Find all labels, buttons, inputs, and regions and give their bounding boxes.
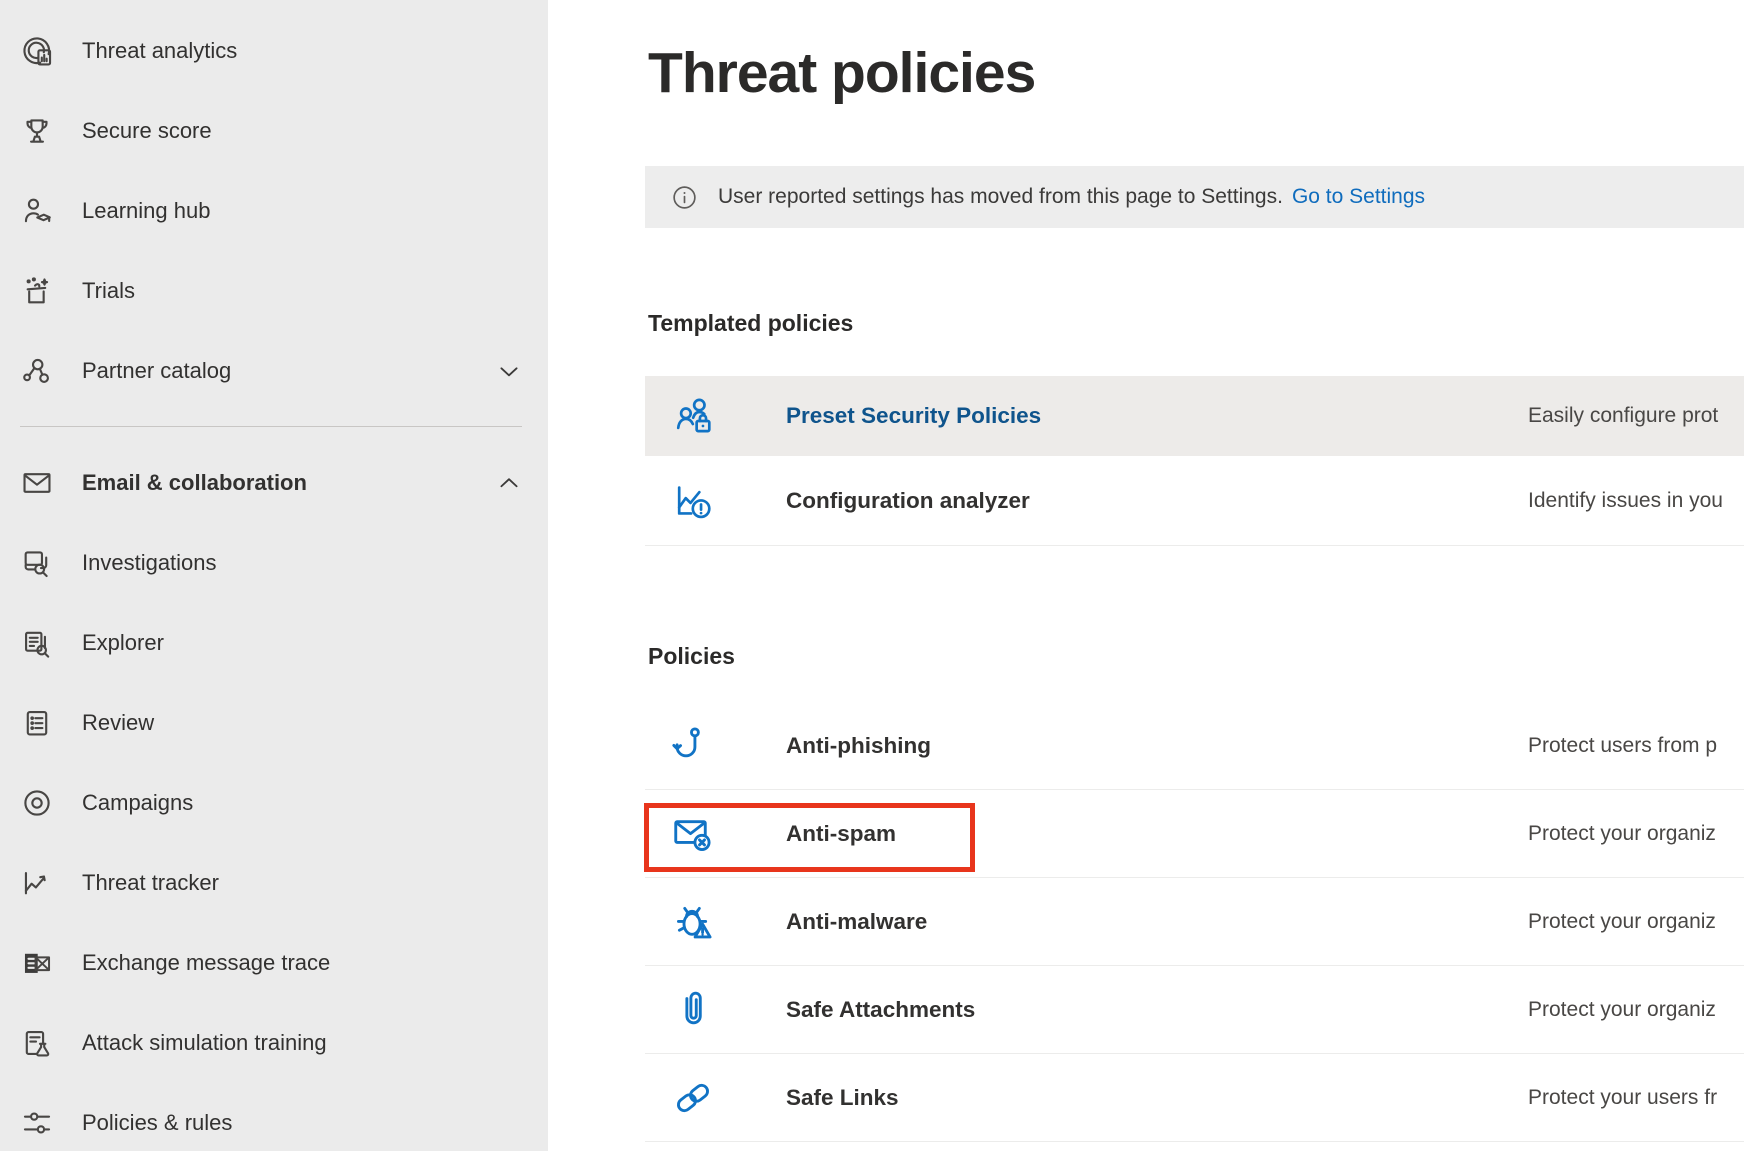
sidebar-item-threat-tracker[interactable]: Threat tracker <box>0 843 548 923</box>
explorer-icon <box>20 626 54 660</box>
row-label[interactable]: Anti-spam <box>786 821 896 847</box>
row-configuration-analyzer[interactable]: Configuration analyzer Identify issues i… <box>645 456 1744 546</box>
sidebar-item-label: Investigations <box>82 550 217 576</box>
row-label[interactable]: Anti-malware <box>786 909 927 935</box>
sidebar-item-label: Trials <box>82 278 135 304</box>
row-description: Protect your organiz <box>1528 998 1716 1022</box>
anti-phishing-icon <box>670 723 716 769</box>
sidebar-item-policies-rules[interactable]: Policies & rules <box>0 1083 548 1163</box>
sidebar-item-label: Secure score <box>82 118 212 144</box>
sidebar-item-label: Threat tracker <box>82 870 219 896</box>
section-heading-templated-policies: Templated policies <box>648 310 853 337</box>
row-description: Protect your organiz <box>1528 822 1716 846</box>
learning-hub-icon <box>20 194 54 228</box>
row-description: Protect your users fr <box>1528 1086 1717 1110</box>
sidebar-item-label: Campaigns <box>82 790 193 816</box>
row-label[interactable]: Safe Attachments <box>786 997 975 1023</box>
anti-malware-icon <box>670 899 716 945</box>
sidebar-item-attack-simulation-training[interactable]: Attack simulation training <box>0 1003 548 1083</box>
sidebar-item-label: Threat analytics <box>82 38 237 64</box>
row-description: Protect your organiz <box>1528 910 1716 934</box>
row-anti-spam[interactable]: Anti-spam Protect your organiz <box>645 790 1744 878</box>
attack-simulation-icon <box>20 1026 54 1060</box>
row-description: Easily configure prot <box>1528 404 1718 428</box>
info-icon <box>671 184 698 211</box>
policies-rules-icon <box>20 1106 54 1140</box>
safe-links-icon <box>670 1075 716 1121</box>
sidebar-item-label: Attack simulation training <box>82 1030 327 1056</box>
sidebar-item-trials[interactable]: Trials <box>0 251 548 331</box>
campaigns-icon <box>20 786 54 820</box>
row-label[interactable]: Preset Security Policies <box>786 403 1041 429</box>
sidebar-item-campaigns[interactable]: Campaigns <box>0 763 548 843</box>
preset-security-policies-icon <box>670 393 716 439</box>
left-navigation: Threat analytics Secure score Learning h… <box>0 0 548 1151</box>
sidebar-divider <box>20 426 522 427</box>
anti-spam-icon <box>670 811 716 857</box>
sidebar-item-learning-hub[interactable]: Learning hub <box>0 171 548 251</box>
row-anti-phishing[interactable]: Anti-phishing Protect users from p <box>645 702 1744 790</box>
trials-icon <box>20 274 54 308</box>
configuration-analyzer-icon <box>670 478 716 524</box>
info-banner: User reported settings has moved from th… <box>645 166 1744 228</box>
row-anti-malware[interactable]: Anti-malware Protect your organiz <box>645 878 1744 966</box>
policies-list: Anti-phishing Protect users from p Anti-… <box>645 702 1744 1142</box>
row-description: Protect users from p <box>1528 734 1717 758</box>
threat-analytics-icon <box>20 34 54 68</box>
sidebar-item-threat-analytics[interactable]: Threat analytics <box>0 11 548 91</box>
row-description: Identify issues in you <box>1528 489 1723 513</box>
banner-text: User reported settings has moved from th… <box>718 185 1283 209</box>
sidebar-item-label: Review <box>82 710 154 736</box>
sidebar-item-label: Exchange message trace <box>82 950 330 976</box>
partner-catalog-icon <box>20 354 54 388</box>
row-safe-attachments[interactable]: Safe Attachments Protect your organiz <box>645 966 1744 1054</box>
section-heading-policies: Policies <box>648 643 735 670</box>
chevron-up-icon[interactable] <box>496 470 522 496</box>
row-safe-links[interactable]: Safe Links Protect your users fr <box>645 1054 1744 1142</box>
sidebar-item-explorer[interactable]: Explorer <box>0 603 548 683</box>
row-label[interactable]: Anti-phishing <box>786 733 931 759</box>
sidebar-item-exchange-message-trace[interactable]: Exchange message trace <box>0 923 548 1003</box>
sidebar-item-label: Learning hub <box>82 198 210 224</box>
sidebar-item-partner-catalog[interactable]: Partner catalog <box>0 331 548 411</box>
sidebar-item-label: Policies & rules <box>82 1110 232 1136</box>
exchange-icon <box>20 946 54 980</box>
sidebar-item-label: Explorer <box>82 630 164 656</box>
row-label[interactable]: Configuration analyzer <box>786 488 1030 514</box>
email-collaboration-icon <box>20 466 54 500</box>
safe-attachments-icon <box>670 987 716 1033</box>
chevron-down-icon[interactable] <box>496 358 522 384</box>
sidebar-item-label: Email & collaboration <box>82 470 307 496</box>
threat-tracker-icon <box>20 866 54 900</box>
sidebar-item-review[interactable]: Review <box>0 683 548 763</box>
sidebar-item-investigations[interactable]: Investigations <box>0 523 548 603</box>
secure-score-icon <box>20 114 54 148</box>
row-label[interactable]: Safe Links <box>786 1085 899 1111</box>
go-to-settings-link[interactable]: Go to Settings <box>1292 185 1425 209</box>
row-preset-security-policies[interactable]: Preset Security Policies Easily configur… <box>645 376 1744 456</box>
main-content: Threat policies User reported settings h… <box>548 0 1744 1151</box>
review-icon <box>20 706 54 740</box>
templated-policies-list: Preset Security Policies Easily configur… <box>645 376 1744 546</box>
investigations-icon <box>20 546 54 580</box>
page-title: Threat policies <box>648 40 1035 106</box>
sidebar-item-email-collaboration[interactable]: Email & collaboration <box>0 443 548 523</box>
sidebar-item-label: Partner catalog <box>82 358 231 384</box>
sidebar-item-secure-score[interactable]: Secure score <box>0 91 548 171</box>
